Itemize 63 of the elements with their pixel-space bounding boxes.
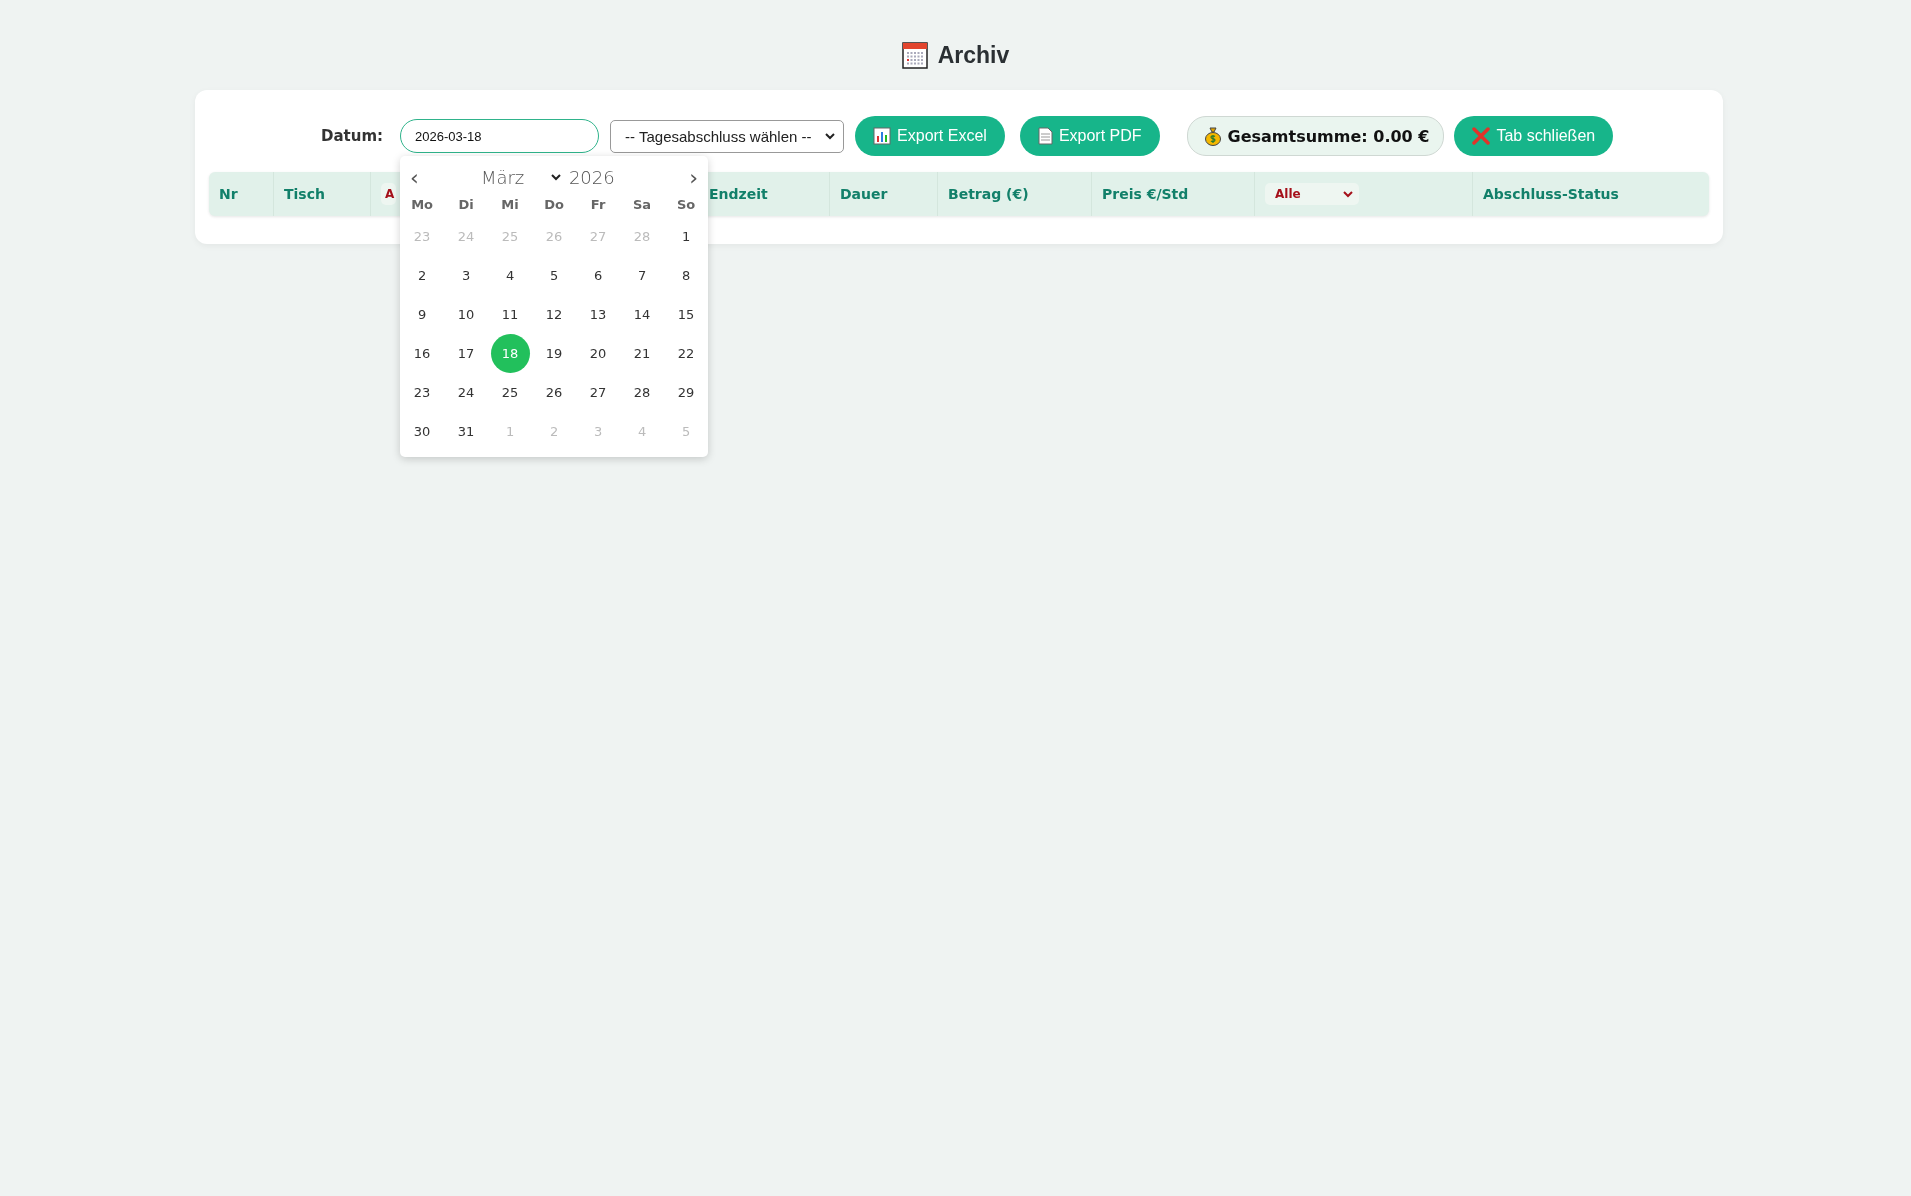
column-header: Tisch [284, 186, 325, 202]
caret-icon [825, 132, 836, 140]
next-month-button[interactable]: › [689, 164, 699, 190]
bar-chart-icon [873, 127, 892, 145]
date-label: Datum: [321, 127, 384, 145]
month-select[interactable]: März [480, 166, 551, 188]
column-header: Dauer [840, 186, 888, 202]
column-header: Preis €/Std [1102, 186, 1189, 202]
weekday-label: Fr [590, 196, 606, 214]
calendar-day[interactable]: 16 [402, 334, 442, 373]
caret-icon [1343, 190, 1353, 198]
calendar-day[interactable]: 26 [534, 373, 574, 412]
weekday-label: Sa [633, 196, 652, 214]
year-field[interactable]: 2026 [568, 166, 690, 188]
calendar-day[interactable]: 30 [402, 412, 442, 451]
calendar-day[interactable]: 3 [446, 256, 486, 295]
filter-select[interactable]: Alle [1265, 183, 1359, 205]
calendar-day[interactable]: 9 [402, 295, 442, 334]
caret-icon [550, 173, 561, 181]
closing-select[interactable]: -- Tagesabschluss wählen -- [610, 119, 845, 153]
calendar-day[interactable]: 28 [622, 373, 662, 412]
column-header: Endzeit [709, 186, 768, 202]
calendar-day[interactable]: 24 [446, 373, 486, 412]
calendar-day[interactable]: 20 [578, 334, 618, 373]
column-header: Betrag (€) [948, 186, 1029, 202]
calendar-day[interactable]: 29 [666, 373, 706, 412]
calendar-day[interactable]: 23 [402, 373, 442, 412]
weekday-label: Mi [501, 196, 519, 214]
filter-select[interactable]: A [381, 183, 397, 205]
weekday-label: Do [544, 196, 564, 214]
calendar-day[interactable]: 11 [490, 295, 530, 334]
calendar-day[interactable]: 10 [446, 295, 486, 334]
calendar-day[interactable]: 21 [622, 334, 662, 373]
calendar-day[interactable]: 13 [578, 295, 618, 334]
calendar-day[interactable]: 14 [622, 295, 662, 334]
column-header: Nr [219, 186, 238, 202]
page-title: Archiv [937, 41, 1010, 69]
calendar-day[interactable]: 25 [490, 373, 530, 412]
calendar-day[interactable]: 1 [666, 217, 706, 256]
total-text: Gesamtsumme: 0.00 € [1227, 126, 1430, 146]
date-field[interactable]: 2026-03-18 [400, 119, 600, 153]
calendar-day[interactable]: 12 [534, 295, 574, 334]
calendar-day[interactable]: 6 [578, 256, 618, 295]
calendar-day[interactable]: 19 [534, 334, 574, 373]
calendar-day[interactable]: 8 [666, 256, 706, 295]
calendar-day[interactable]: 22 [666, 334, 706, 373]
calendar-day[interactable]: 27 [578, 373, 618, 412]
calendar-day[interactable]: 31 [446, 412, 486, 451]
calendar-day[interactable]: 7 [622, 256, 662, 295]
calendar-day[interactable]: 15 [666, 295, 706, 334]
weekday-label: Mo [411, 196, 433, 214]
previous-month-button[interactable]: ‹ [410, 164, 419, 190]
weekday-label: Di [458, 196, 474, 214]
column-header: Abschluss-Status [1483, 186, 1619, 202]
close-icon [1472, 127, 1491, 145]
calendar-day[interactable]: 5 [534, 256, 574, 295]
calendar-day[interactable]: 2 [402, 256, 442, 295]
calendar-icon [901, 41, 928, 69]
money-bag-icon [1203, 126, 1222, 146]
document-icon [1037, 127, 1053, 145]
calendar-day[interactable]: 4 [490, 256, 530, 295]
weekday-label: So [676, 196, 696, 214]
calendar-day[interactable]: 17 [446, 334, 486, 373]
